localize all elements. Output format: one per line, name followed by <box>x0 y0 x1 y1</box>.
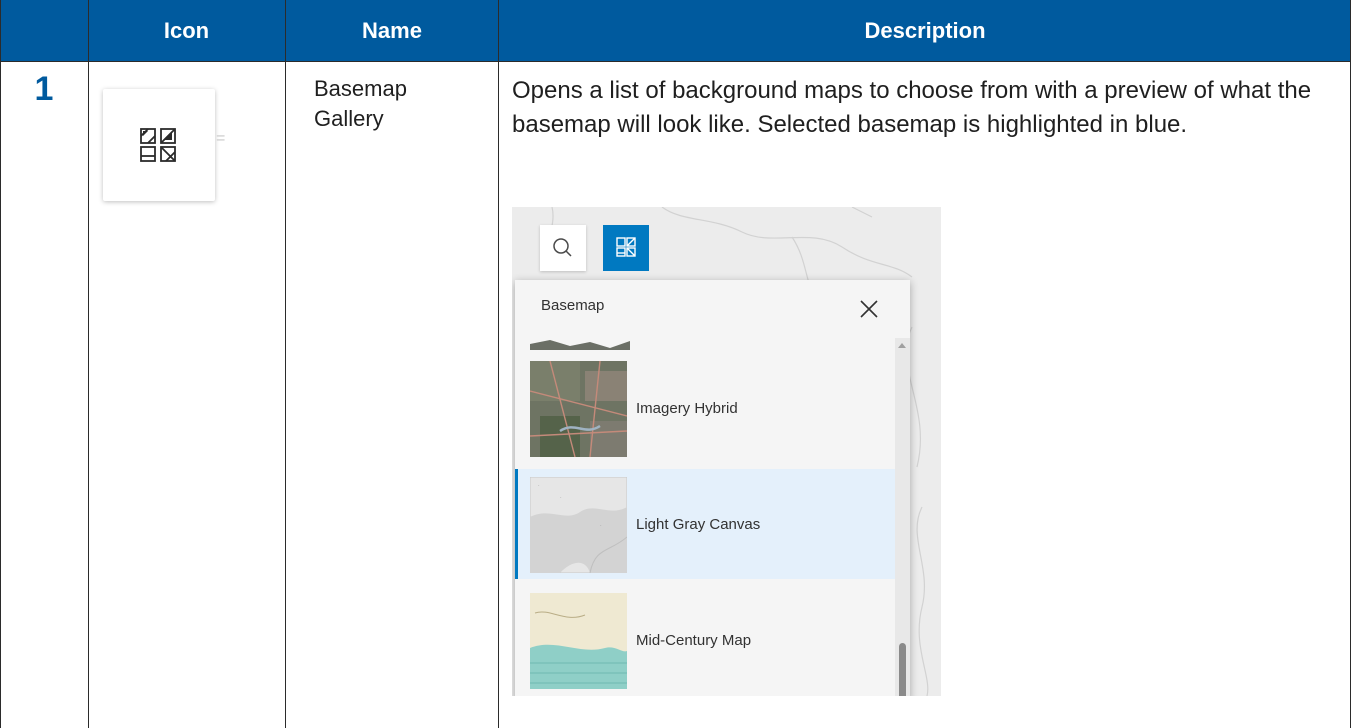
header-description: Description <box>864 17 986 43</box>
column-divider <box>0 0 1 728</box>
scroll-up-arrow-icon[interactable] <box>898 343 906 348</box>
column-divider <box>498 0 499 728</box>
feature-table: Icon Name Description 1 = Basemap Galler… <box>0 0 1351 728</box>
partial-basemap-thumbnail <box>530 338 630 350</box>
basemap-gallery-icon <box>103 89 215 201</box>
row-number: 1 <box>34 70 54 108</box>
header-name: Name <box>362 17 422 43</box>
basemap-gallery-screenshot: Basemap Imagery Hybrid · · · Light Gray … <box>512 207 941 696</box>
basemap-item-label: Mid-Century Map <box>636 631 752 649</box>
table-header-row: Icon Name Description <box>0 0 1351 61</box>
imagery-hybrid-thumbnail <box>530 361 627 457</box>
search-icon <box>553 238 572 257</box>
header-icon: Icon <box>163 17 210 43</box>
feature-name: Basemap Gallery <box>314 76 407 131</box>
column-divider <box>285 0 286 728</box>
basemap-gallery-icon <box>616 237 636 257</box>
basemap-item-label: Light Gray Canvas <box>636 515 761 533</box>
feature-description: Opens a list of background maps to choos… <box>512 77 1312 138</box>
basemap-item-mid-century-map[interactable]: Mid-Century Map <box>515 585 895 695</box>
row-divider <box>0 61 1351 62</box>
panel-title: Basemap <box>541 297 605 314</box>
basemap-gallery-button[interactable] <box>603 225 649 271</box>
column-divider <box>88 0 89 728</box>
basemap-panel: Basemap Imagery Hybrid · · · Light Gray … <box>515 280 910 696</box>
close-icon[interactable] <box>858 298 880 320</box>
basemap-item-imagery-hybrid[interactable]: Imagery Hybrid <box>515 353 895 463</box>
light-gray-canvas-thumbnail: · · · <box>530 477 627 573</box>
scroll-thumb[interactable] <box>899 643 906 696</box>
mid-century-map-thumbnail <box>530 593 627 689</box>
icon-card-edge: = <box>216 130 226 147</box>
basemap-list: Imagery Hybrid · · · Light Gray Canvas M… <box>515 338 895 696</box>
basemap-gallery-icon <box>140 128 176 162</box>
search-button[interactable] <box>540 225 586 271</box>
basemap-item-light-gray-canvas[interactable]: · · · Light Gray Canvas <box>515 469 895 579</box>
panel-scrollbar[interactable] <box>895 338 910 696</box>
basemap-item-label: Imagery Hybrid <box>636 399 738 417</box>
